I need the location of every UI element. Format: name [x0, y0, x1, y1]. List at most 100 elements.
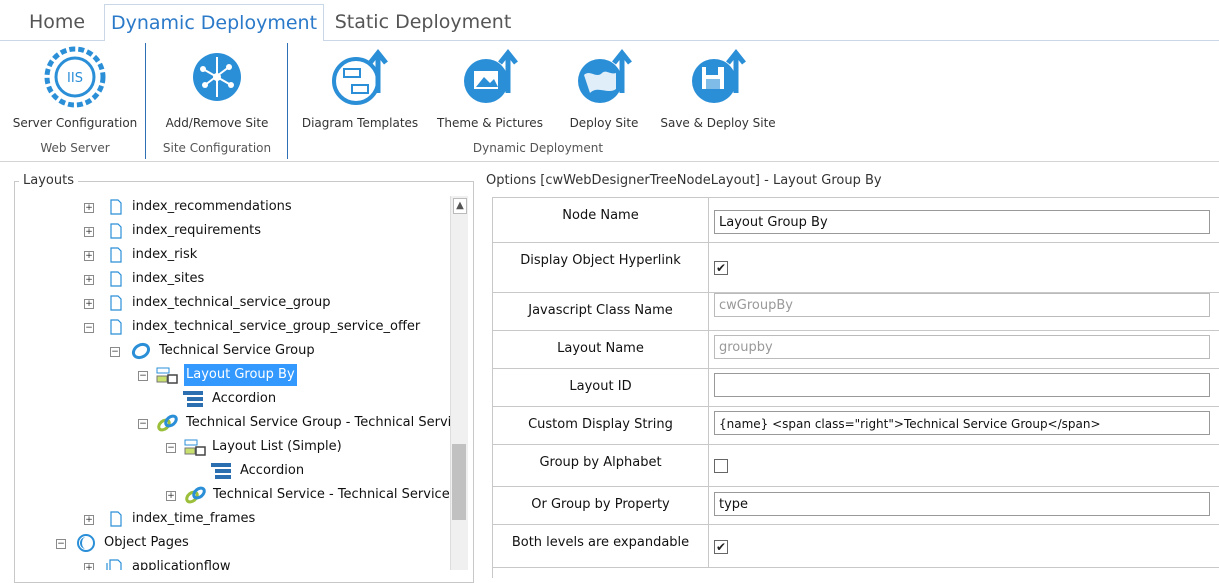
- group-label-site-configuration: Site Configuration: [162, 141, 272, 155]
- option-row-or-group-by-property: Or Group by Property type: [493, 487, 1219, 525]
- document-icon: [110, 271, 122, 287]
- iis-server-icon: IIS: [44, 46, 106, 108]
- accordion-icon: [183, 391, 203, 407]
- diagram-upload-icon: [332, 48, 388, 105]
- save-deploy-site-button[interactable]: Save & Deploy Site: [660, 45, 776, 135]
- tree-scrollbar[interactable]: ▲: [450, 196, 468, 570]
- theme-pictures-button[interactable]: Theme & Pictures: [428, 45, 552, 135]
- option-label: Or Group by Property: [493, 487, 709, 524]
- tree-node-label: Accordion: [212, 391, 277, 406]
- expand-icon[interactable]: +: [84, 275, 94, 285]
- layouts-tree[interactable]: + index_recommendations + index_requirem…: [16, 196, 450, 570]
- network-globe-icon: [193, 53, 241, 101]
- list-layout-icon: [184, 439, 206, 456]
- add-remove-site-label: Add/Remove Site: [165, 116, 269, 130]
- server-configuration-button[interactable]: IIS Server Configuration: [10, 45, 140, 135]
- collapse-icon[interactable]: −: [84, 323, 94, 333]
- deploy-site-button[interactable]: Deploy Site: [556, 45, 652, 135]
- ribbon-separator: [145, 43, 146, 159]
- both-levels-expandable-checkbox[interactable]: ✔: [714, 540, 728, 554]
- option-row-custom-display-string: Custom Display String {name} <span class…: [493, 407, 1219, 445]
- expand-icon[interactable]: +: [84, 515, 94, 525]
- tree-node-label: index_technical_service_group_service_of…: [132, 319, 421, 334]
- option-label: Display Object Hyperlink: [493, 243, 709, 292]
- chain-link-icon: [157, 414, 178, 432]
- tree-node-label: Object Pages: [104, 535, 189, 550]
- ribbon: IIS Server Configuration Web Server Add/…: [0, 41, 1219, 162]
- globe-upload-icon: [578, 48, 632, 103]
- layout-name-field[interactable]: groupby: [714, 335, 1210, 359]
- expand-icon[interactable]: +: [84, 203, 94, 213]
- chain-link-icon: [185, 486, 206, 504]
- tree-node-label: Technical Service Group - Technical Serv…: [186, 415, 450, 430]
- document-icon: [110, 319, 122, 335]
- collapse-icon[interactable]: −: [138, 371, 148, 381]
- tree-node-label: Technical Service - Technical Service Of: [213, 487, 450, 502]
- option-row-display-object-hyperlink: Display Object Hyperlink ✔: [493, 243, 1219, 293]
- option-label: Javascript Class Name: [493, 293, 709, 330]
- add-remove-site-button[interactable]: Add/Remove Site: [152, 45, 282, 135]
- layout-id-field[interactable]: [714, 373, 1210, 397]
- option-label: Custom Display String: [493, 407, 709, 444]
- scrollbar-thumb[interactable]: [452, 444, 466, 520]
- save-globe-upload-icon: [692, 48, 746, 103]
- group-layout-icon: [156, 367, 178, 384]
- server-configuration-label: Server Configuration: [12, 116, 138, 130]
- option-label: Group by Alphabet: [493, 445, 709, 486]
- custom-display-string-field[interactable]: {name} <span class="right">Technical Ser…: [714, 411, 1210, 435]
- collapse-icon[interactable]: −: [166, 443, 176, 453]
- option-row-layout-name: Layout Name groupby: [493, 331, 1219, 369]
- svg-text:IIS: IIS: [67, 71, 83, 86]
- document-icon: [110, 223, 122, 239]
- expand-icon[interactable]: +: [84, 227, 94, 237]
- collapse-icon[interactable]: −: [110, 347, 120, 357]
- document-icon: [110, 511, 122, 527]
- document-icon: [110, 295, 122, 311]
- layouts-panel-title: Layouts: [19, 173, 78, 188]
- option-label: Node Name: [493, 198, 709, 242]
- tree-node-label: index_requirements: [132, 223, 262, 238]
- tab-home[interactable]: Home: [14, 4, 100, 40]
- group-label-dynamic-deployment: Dynamic Deployment: [472, 141, 604, 155]
- tree-node-label: index_risk: [132, 247, 198, 262]
- expand-icon[interactable]: +: [84, 251, 94, 261]
- expand-icon[interactable]: +: [84, 299, 94, 309]
- scroll-up-icon[interactable]: ▲: [453, 198, 467, 214]
- group-by-alphabet-checkbox[interactable]: [714, 459, 728, 473]
- collapse-icon[interactable]: −: [138, 419, 148, 429]
- tree-node-label: applicationflow: [132, 559, 231, 570]
- expand-icon[interactable]: +: [84, 563, 94, 570]
- tab-dynamic-deployment[interactable]: Dynamic Deployment: [104, 4, 324, 42]
- tree-node-label: index_technical_service_group: [132, 295, 331, 310]
- options-grid: Node Name Layout Group By Display Object…: [492, 197, 1219, 578]
- deploy-site-label: Deploy Site: [569, 116, 639, 130]
- diagram-templates-button[interactable]: Diagram Templates: [296, 45, 424, 135]
- option-row-node-name: Node Name Layout Group By: [493, 198, 1219, 243]
- option-label: Both levels are expandable: [493, 525, 709, 567]
- display-object-hyperlink-checkbox[interactable]: ✔: [714, 261, 728, 275]
- or-group-by-property-field[interactable]: type: [714, 492, 1210, 516]
- options-panel-title: Options [cwWebDesignerTreeNodeLayout] - …: [482, 173, 886, 188]
- node-name-field[interactable]: Layout Group By: [714, 210, 1210, 234]
- ribbon-separator: [287, 43, 288, 159]
- document-icon: [110, 199, 122, 215]
- link-ring-icon: [131, 342, 151, 360]
- option-label: Layout ID: [493, 369, 709, 406]
- tree-node-label: Layout List (Simple): [212, 439, 342, 454]
- group-label-web-server: Web Server: [40, 141, 110, 155]
- option-row-javascript-class-name: Javascript Class Name cwGroupBy: [493, 293, 1219, 331]
- tree-node-label: Layout Group By: [184, 364, 297, 386]
- theme-pictures-label: Theme & Pictures: [437, 116, 543, 130]
- collapse-icon[interactable]: −: [56, 539, 66, 549]
- tree-node-label: Accordion: [240, 463, 305, 478]
- tree-node-label: index_recommendations: [132, 199, 292, 214]
- javascript-class-name-field[interactable]: cwGroupBy: [714, 293, 1210, 317]
- tree-node-label: index_time_frames: [132, 511, 256, 526]
- tab-static-deployment[interactable]: Static Deployment: [330, 4, 516, 40]
- save-deploy-site-label: Save & Deploy Site: [660, 116, 776, 130]
- diagram-templates-label: Diagram Templates: [301, 116, 419, 130]
- option-row-layout-id: Layout ID: [493, 369, 1219, 407]
- accordion-icon: [211, 463, 231, 479]
- expand-icon[interactable]: +: [166, 491, 176, 501]
- picture-upload-icon: [464, 48, 518, 103]
